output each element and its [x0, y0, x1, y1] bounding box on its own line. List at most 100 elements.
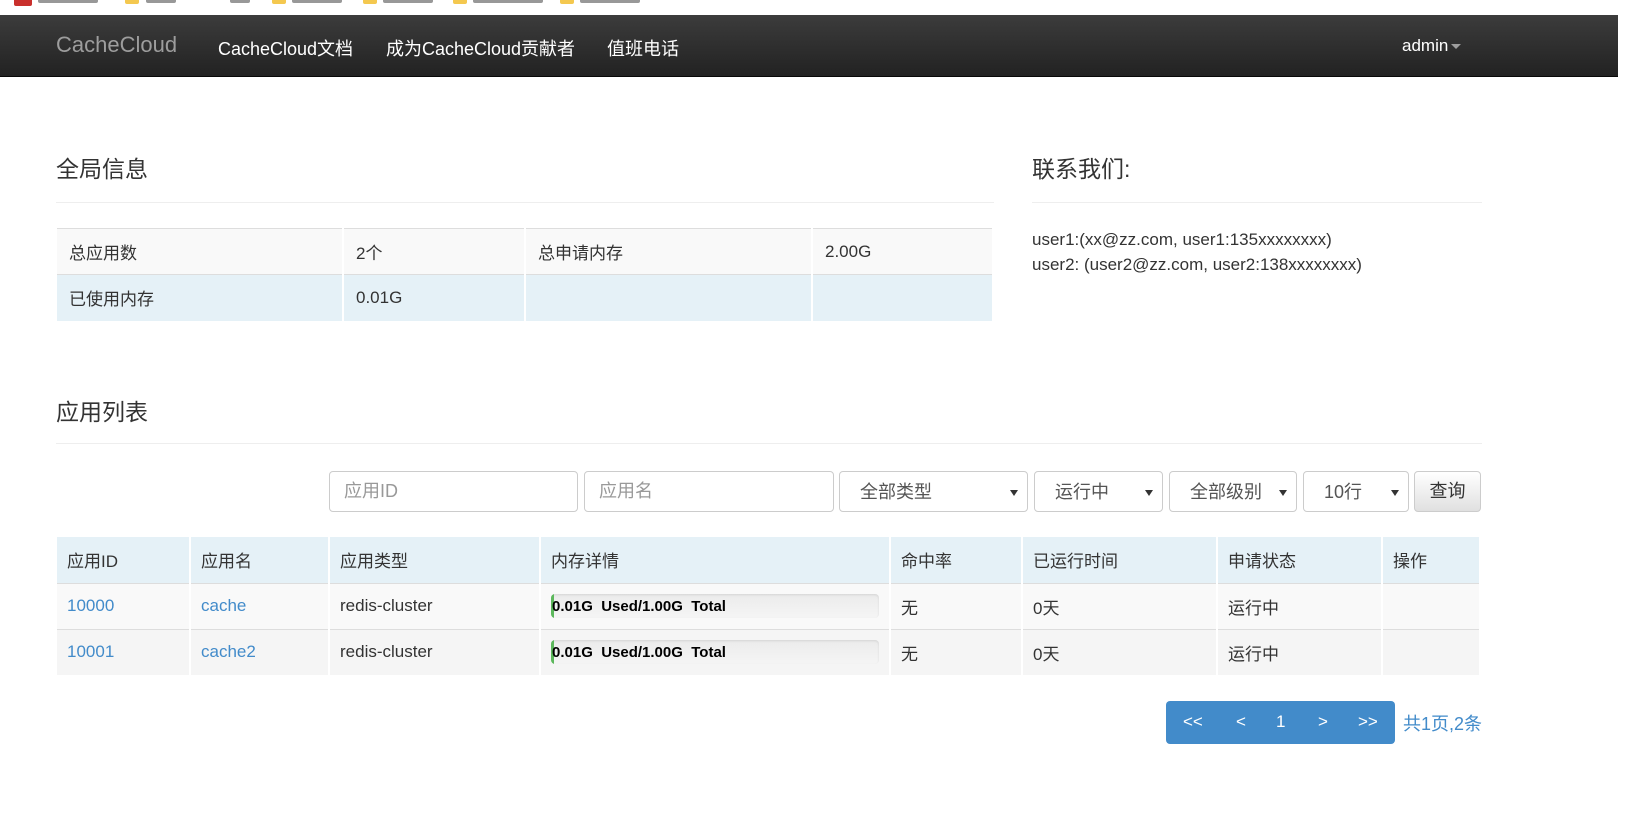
table-cell: 0.01G: [343, 274, 526, 321]
memory-progress-bar: 0.01G Used/1.00G Total: [551, 640, 879, 665]
column-header: 应用名: [190, 537, 330, 583]
select-value: 全部级别: [1190, 482, 1262, 502]
type-select[interactable]: 全部类型: [839, 471, 1028, 512]
folder-icon[interactable]: [125, 0, 139, 4]
app-type-cell: redis-cluster: [329, 628, 541, 675]
app-name-cell: cache2: [190, 628, 330, 675]
select-value: 运行中: [1055, 482, 1109, 502]
query-button[interactable]: 查询: [1414, 471, 1481, 512]
app-id-link[interactable]: 10000: [67, 596, 114, 615]
bookmark-label[interactable]: [383, 0, 433, 3]
folder-icon[interactable]: [363, 0, 377, 4]
app-name-input[interactable]: [584, 471, 834, 512]
app-list-title: 应用列表: [56, 399, 148, 425]
memory-progress-label: 0.01G Used/1.00G Total: [552, 598, 726, 615]
status-cell: 运行中: [1217, 582, 1383, 629]
browser-bookmarks-strip: [0, 0, 1632, 15]
table-row: 10000 cache redis-cluster 0.01G Used/1.0…: [57, 582, 1481, 629]
bookmark-label[interactable]: [146, 0, 176, 3]
ops-cell: [1382, 582, 1481, 629]
column-header: 命中率: [890, 537, 1023, 583]
app-type-cell: redis-cluster: [329, 582, 541, 629]
memory-cell: 0.01G Used/1.00G Total: [540, 582, 891, 629]
table-cell: [812, 274, 994, 321]
level-select[interactable]: 全部级别: [1169, 471, 1297, 512]
select-value: 全部类型: [860, 482, 932, 502]
dropdown-arrow-icon: [1279, 490, 1287, 496]
table-row: 总应用数 2个 总申请内存 2.00G: [57, 228, 994, 275]
pagination-prev[interactable]: <: [1236, 712, 1246, 732]
top-navbar: CacheCloud CacheCloud文档 成为CacheCloud贡献者 …: [0, 15, 1632, 77]
bookmark-favicon-icon[interactable]: [14, 0, 32, 6]
divider: [56, 202, 994, 203]
table-header-row: 应用ID 应用名 应用类型 内存详情 命中率 已运行时间 申请状态 操作: [57, 537, 1481, 583]
bookmark-label[interactable]: [292, 0, 342, 3]
table-row: 已使用内存 0.01G: [57, 274, 994, 321]
ops-cell: [1382, 628, 1481, 675]
nav-contributor-link[interactable]: 成为CacheCloud贡献者: [386, 35, 575, 61]
hit-rate-cell: 无: [890, 582, 1023, 629]
table-cell: 2.00G: [812, 228, 994, 275]
table-cell: 已使用内存: [57, 274, 344, 321]
select-value: 10行: [1324, 482, 1363, 502]
app-name-link[interactable]: cache: [201, 596, 246, 615]
memory-cell: 0.01G Used/1.00G Total: [540, 628, 891, 675]
app-id-input[interactable]: [329, 471, 578, 512]
bookmark-label[interactable]: [38, 0, 98, 3]
table-row: 10001 cache2 redis-cluster 0.01G Used/1.…: [57, 628, 1481, 675]
nav-oncall-link[interactable]: 值班电话: [607, 35, 679, 61]
scrollbar[interactable]: [1618, 0, 1632, 825]
table-cell: 总应用数: [57, 228, 344, 275]
pagination-last[interactable]: >>: [1358, 712, 1378, 732]
folder-icon[interactable]: [272, 0, 286, 4]
divider: [1032, 202, 1482, 203]
pagination-next[interactable]: >: [1318, 712, 1328, 732]
contact-line: user2: (user2@zz.com, user2:138xxxxxxxx): [1032, 255, 1362, 274]
bookmark-label[interactable]: [230, 0, 250, 3]
pagination-first[interactable]: <<: [1183, 712, 1203, 732]
divider: [56, 443, 1482, 444]
pagination-current[interactable]: 1: [1276, 712, 1285, 732]
bookmark-label[interactable]: [580, 0, 640, 3]
memory-progress-bar: 0.01G Used/1.00G Total: [551, 594, 879, 618]
app-id-cell: 10000: [57, 582, 191, 629]
contact-title: 联系我们:: [1032, 156, 1131, 182]
pagination: << < 1 > >>: [1166, 701, 1395, 744]
hit-rate-cell: 无: [890, 628, 1023, 675]
memory-progress-label: 0.01G Used/1.00G Total: [552, 644, 726, 662]
column-header: 内存详情: [540, 537, 891, 583]
uptime-cell: 0天: [1022, 628, 1218, 675]
app-name-link[interactable]: cache2: [201, 642, 256, 661]
user-menu[interactable]: admin: [1402, 36, 1462, 56]
column-header: 应用ID: [57, 537, 191, 583]
bookmark-label[interactable]: [473, 0, 543, 3]
caret-down-icon: [1451, 44, 1462, 50]
dropdown-arrow-icon: [1145, 490, 1153, 496]
column-header: 申请状态: [1217, 537, 1383, 583]
global-info-table: 总应用数 2个 总申请内存 2.00G 已使用内存 0.01G: [57, 228, 994, 321]
app-id-link[interactable]: 10001: [67, 642, 114, 661]
table-cell: 总申请内存: [525, 228, 813, 275]
status-cell: 运行中: [1217, 628, 1383, 675]
dropdown-arrow-icon: [1010, 490, 1018, 496]
contact-line: user1:(xx@zz.com, user1:135xxxxxxxx): [1032, 230, 1332, 249]
pagination-summary: 共1页,2条: [1403, 714, 1483, 734]
app-id-cell: 10001: [57, 628, 191, 675]
dropdown-arrow-icon: [1391, 490, 1399, 496]
column-header: 操作: [1382, 537, 1481, 583]
nav-docs-link[interactable]: CacheCloud文档: [218, 35, 353, 61]
column-header: 已运行时间: [1022, 537, 1218, 583]
brand-link[interactable]: CacheCloud: [56, 32, 177, 58]
uptime-cell: 0天: [1022, 582, 1218, 629]
folder-icon[interactable]: [560, 0, 574, 4]
rows-per-page-select[interactable]: 10行: [1303, 471, 1409, 512]
folder-icon[interactable]: [453, 0, 467, 4]
table-cell: 2个: [343, 228, 526, 275]
user-name: admin: [1402, 36, 1449, 55]
status-select[interactable]: 运行中: [1034, 471, 1163, 512]
app-name-cell: cache: [190, 582, 330, 629]
global-info-title: 全局信息: [56, 156, 148, 182]
column-header: 应用类型: [329, 537, 541, 583]
table-cell: [525, 274, 813, 321]
app-list-table: 应用ID 应用名 应用类型 内存详情 命中率 已运行时间 申请状态 操作 100…: [57, 537, 1481, 675]
